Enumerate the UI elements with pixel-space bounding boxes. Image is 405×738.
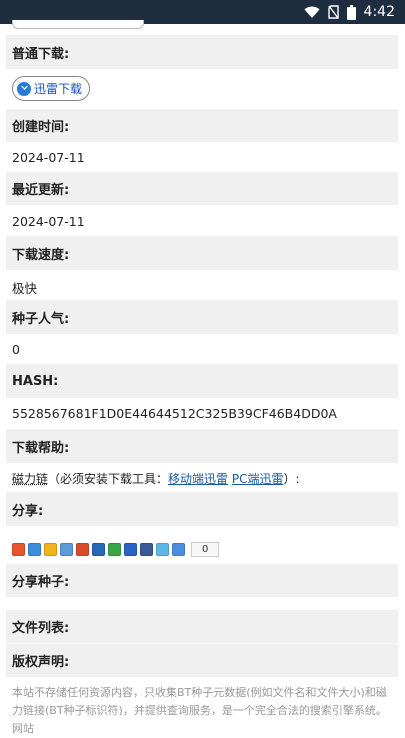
mobile-xunlei-link[interactable]: 移动端迅雷 [168,472,228,486]
xunlei-download-button[interactable]: 迅雷下载 [12,76,90,101]
pc-xunlei-link[interactable]: PC端迅雷 [232,472,284,486]
section-share-seed: 分享种子: [6,564,398,597]
section-copyright: 版权声明: [6,644,398,677]
magnet-link-label: 磁力链 [12,472,49,486]
share-kaixin-icon[interactable] [92,542,105,556]
share-weibo-icon[interactable] [12,542,25,556]
seed-popularity-value: 0 [12,342,20,357]
share-tencent-weibo-icon[interactable] [60,542,73,556]
section-download-speed: 下载速度: [6,236,398,270]
top-button-edge [12,20,144,29]
section-recent-update: 最近更新: [6,172,398,205]
share-count: 0 [191,541,220,557]
recent-update-value: 2024-07-11 [12,214,85,229]
share-icons: 0 [12,541,220,557]
section-file-list: 文件列表: [6,610,398,643]
xunlei-download-label: 迅雷下载 [34,82,83,96]
section-hash: HASH: [6,364,398,398]
share-baidu-icon[interactable] [124,542,137,556]
section-normal-download: 普通下载: [6,35,398,69]
help-note: （必须安装下载工具： [48,472,169,486]
xunlei-icon [17,81,31,96]
share-renren-icon[interactable] [76,542,89,556]
section-created-time: 创建时间: [6,109,398,142]
disclaimer-text: 本站不存储任何资源内容，只收集BT种子元数据(例如文件名和文件大小)和磁力链接(… [12,686,387,735]
share-more-icon[interactable] [172,542,185,556]
download-help-text: 磁力链（必须安装下载工具：移动端迅雷 PC端迅雷）: [12,470,300,487]
wifi-icon [304,6,320,19]
share-qzone-icon[interactable] [28,542,41,556]
share-twitter-icon[interactable] [156,542,169,556]
download-speed-value: 极快 [12,281,38,296]
battery-icon [346,4,356,20]
section-seed-popularity: 种子人气: [6,300,398,334]
no-sim-icon [327,5,339,19]
share-facebook-icon[interactable] [140,542,153,556]
clock: 4:42 [363,4,395,20]
section-share: 分享: [6,492,398,526]
created-time-value: 2024-07-11 [12,150,85,165]
hash-value: 5528567681F1D0E44644512C325B39CF46B4DD0A [12,406,337,421]
share-qq-icon[interactable] [44,542,57,556]
section-download-help: 下载帮助: [6,429,398,463]
help-end: ）: [283,472,300,486]
share-douban-icon[interactable] [108,542,121,556]
